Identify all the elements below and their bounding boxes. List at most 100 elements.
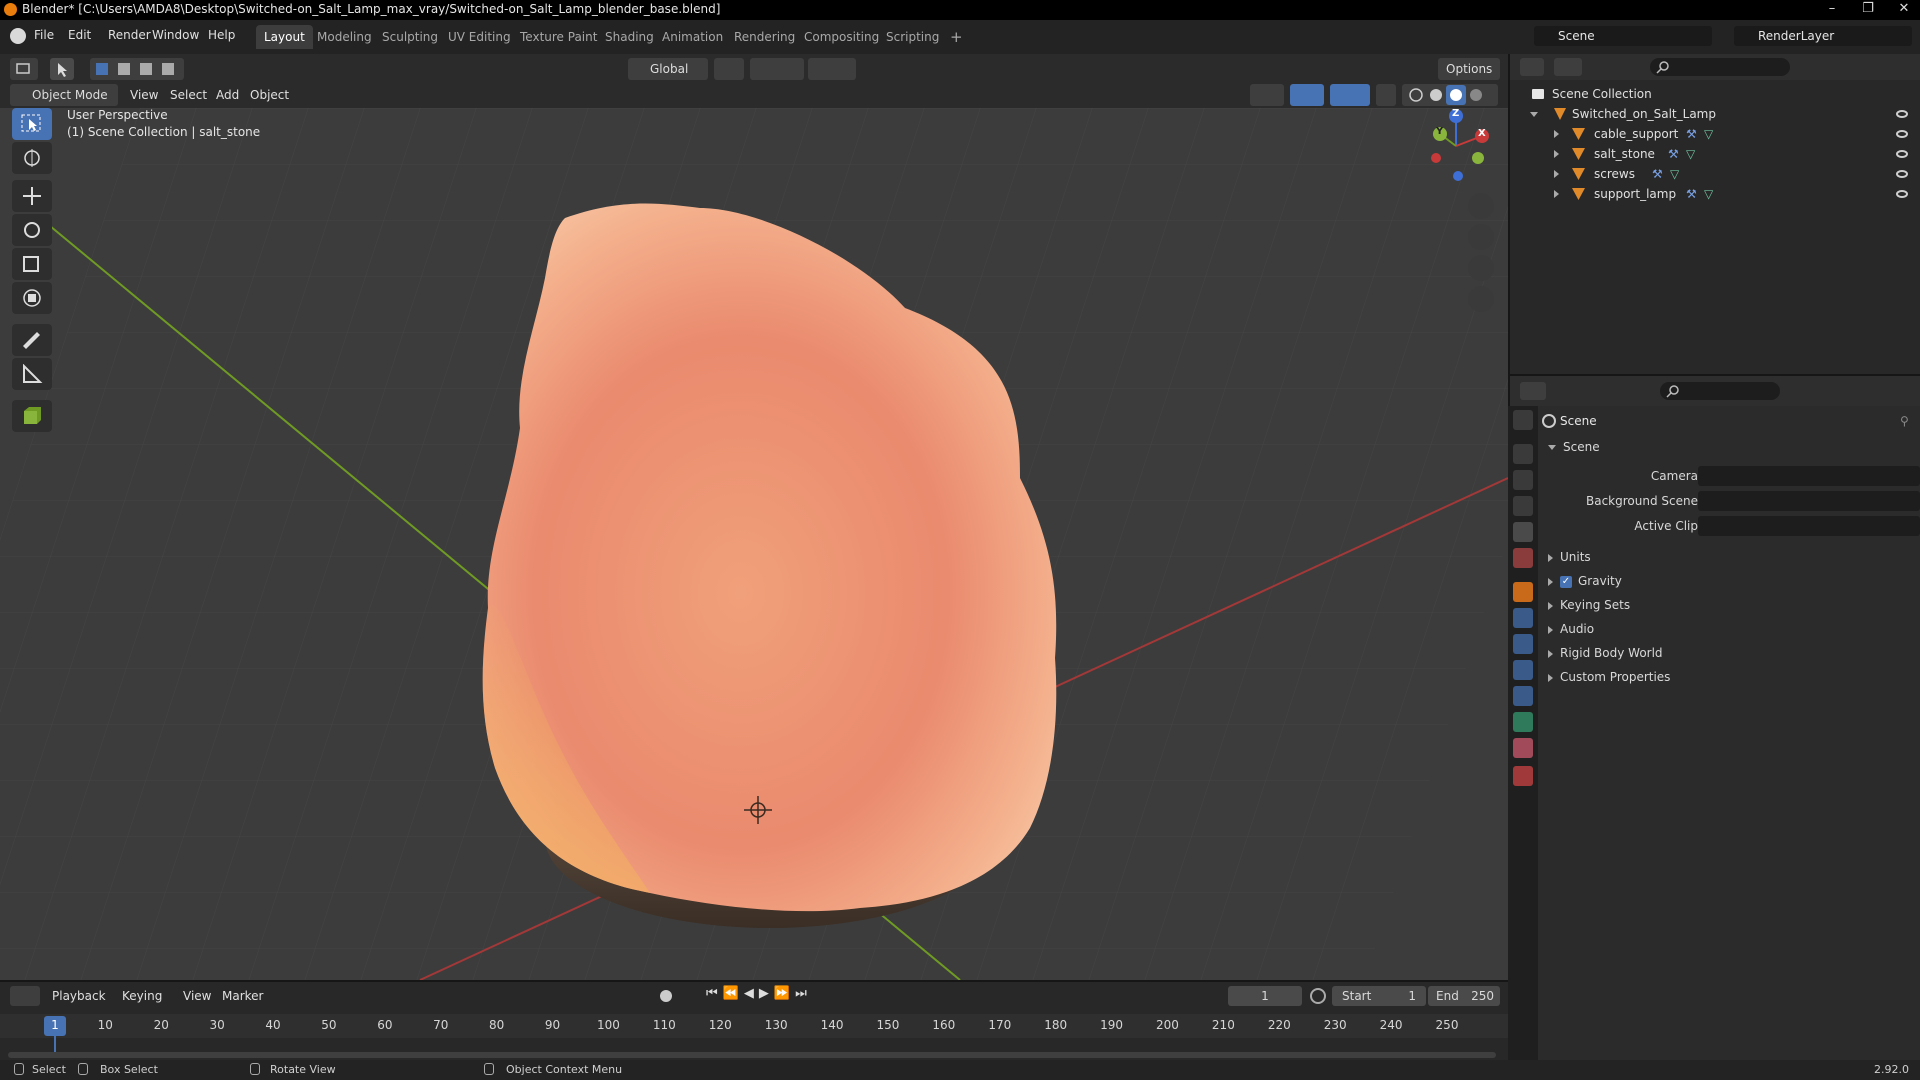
expand-icon[interactable] — [1554, 170, 1559, 178]
transform-orientation-select[interactable]: Global — [628, 58, 708, 80]
clock-icon[interactable] — [1310, 988, 1326, 1004]
camera-field[interactable] — [1698, 466, 1920, 486]
object-mode-select[interactable]: Object Mode — [10, 84, 118, 106]
properties-editor-type-icon[interactable] — [1520, 382, 1546, 400]
scale-tool[interactable] — [12, 248, 52, 280]
timeline-scrollbar[interactable] — [8, 1052, 1496, 1058]
outliner-row-scene-collection[interactable]: Scene Collection — [1510, 84, 1920, 104]
selection-mode-icons[interactable] — [90, 58, 184, 80]
pan-hand-icon[interactable] — [1468, 224, 1494, 250]
mesh-data-icon[interactable]: ▽ — [1704, 184, 1713, 204]
cursor-tool[interactable] — [12, 142, 52, 174]
tab-animation[interactable]: Animation — [654, 25, 731, 49]
active-clip-field[interactable] — [1698, 516, 1920, 536]
menu-render[interactable]: Render — [108, 28, 151, 42]
measure-tool[interactable] — [12, 358, 52, 390]
view-layer-tab-icon[interactable] — [1513, 496, 1533, 516]
tab-texture-paint[interactable]: Texture Paint — [512, 25, 605, 49]
modifier-icon[interactable]: ⚒ — [1686, 184, 1697, 204]
camera-view-icon[interactable] — [1468, 255, 1494, 281]
outliner-row-support-lamp[interactable]: support_lamp ⚒ ▽ — [1510, 184, 1920, 204]
transform-tool[interactable] — [12, 282, 52, 314]
snap-icon[interactable] — [750, 58, 804, 80]
rigid-body-world-panel[interactable]: Rigid Body World — [1542, 642, 1920, 664]
minimize-button[interactable]: – — [1814, 0, 1850, 18]
display-mode-icon[interactable] — [1554, 58, 1582, 76]
timeline-editor-type-icon[interactable] — [10, 986, 40, 1006]
zoom-icon[interactable] — [1468, 193, 1494, 219]
editor-type-icon[interactable] — [10, 58, 38, 80]
select-box-tool[interactable] — [12, 108, 52, 140]
ortho-grid-icon[interactable] — [1468, 286, 1494, 312]
filter-icon[interactable] — [1862, 58, 1888, 76]
tab-scripting[interactable]: Scripting — [878, 25, 947, 49]
add-workspace-icon[interactable]: + — [942, 25, 971, 49]
viewport-menu-add[interactable]: Add — [216, 84, 239, 106]
material-tab-icon[interactable] — [1513, 738, 1533, 758]
modifier-icon[interactable]: ⚒ — [1686, 124, 1697, 144]
render-tab-icon[interactable] — [1513, 444, 1533, 464]
texture-tab-icon[interactable] — [1513, 766, 1533, 786]
menu-file[interactable]: File — [34, 28, 54, 42]
pivot-point-icon[interactable] — [714, 58, 744, 80]
mesh-data-icon[interactable]: ▽ — [1670, 164, 1679, 184]
timeline-menu-playback[interactable]: Playback — [52, 986, 106, 1006]
playback-controls[interactable]: ⏮⏪◀▶⏩⏭ — [706, 986, 826, 1006]
outliner-row-screws[interactable]: screws ⚒ ▽ — [1510, 164, 1920, 184]
tab-sculpting[interactable]: Sculpting — [374, 25, 446, 49]
output-tab-icon[interactable] — [1513, 470, 1533, 490]
tab-compositing[interactable]: Compositing — [796, 25, 887, 49]
constraints-tab-icon[interactable] — [1513, 686, 1533, 706]
expand-icon[interactable] — [1554, 150, 1559, 158]
proportional-editing-icon[interactable] — [808, 58, 856, 80]
overlay-toggle-icon[interactable] — [1330, 84, 1370, 106]
select-tool-icon[interactable] — [50, 58, 74, 80]
menu-edit[interactable]: Edit — [68, 28, 91, 42]
timeline-menu-keying[interactable]: Keying — [122, 986, 162, 1006]
expand-collection-icon[interactable] — [1530, 112, 1538, 117]
visibility-eye-icon[interactable] — [1896, 190, 1908, 198]
visibility-icon[interactable] — [1250, 84, 1284, 106]
tab-shading[interactable]: Shading — [597, 25, 662, 49]
start-frame-field[interactable]: Start 1 — [1332, 986, 1426, 1006]
record-icon[interactable] — [660, 990, 672, 1002]
particles-tab-icon[interactable] — [1513, 634, 1533, 654]
close-button[interactable]: ✕ — [1886, 0, 1920, 18]
viewport-menu-object[interactable]: Object — [250, 84, 289, 106]
tab-layout[interactable]: Layout — [256, 25, 313, 49]
outliner-row-salt-stone[interactable]: salt_stone ⚒ ▽ — [1510, 144, 1920, 164]
tool-tab-icon[interactable] — [1513, 410, 1533, 430]
3d-viewport[interactable]: User Perspective (1) Scene Collection | … — [0, 108, 1508, 980]
menu-help[interactable]: Help — [208, 28, 235, 42]
audio-panel[interactable]: Audio — [1542, 618, 1920, 640]
modifier-icon[interactable]: ⚒ — [1652, 164, 1663, 184]
custom-properties-panel[interactable]: Custom Properties — [1542, 666, 1920, 688]
viewport-menu-view[interactable]: View — [130, 84, 158, 106]
annotate-tool[interactable] — [12, 324, 52, 356]
expand-icon[interactable] — [1554, 190, 1559, 198]
expand-icon[interactable] — [1554, 130, 1559, 138]
mesh-data-icon[interactable]: ▽ — [1686, 144, 1695, 164]
physics-tab-icon[interactable] — [1513, 660, 1533, 680]
end-frame-field[interactable]: End 250 — [1428, 986, 1500, 1006]
visibility-eye-icon[interactable] — [1896, 130, 1908, 138]
blender-menu-icon[interactable] — [10, 28, 26, 44]
xray-toggle-icon[interactable] — [1376, 84, 1396, 106]
mesh-data-tab-icon[interactable] — [1513, 712, 1533, 732]
tab-modeling[interactable]: Modeling — [309, 25, 380, 49]
mesh-data-icon[interactable]: ▽ — [1704, 124, 1713, 144]
new-collection-icon[interactable] — [1892, 58, 1912, 76]
timeline-menu-view[interactable]: View — [183, 986, 211, 1006]
move-tool[interactable] — [12, 180, 52, 212]
viewport-menu-select[interactable]: Select — [170, 84, 207, 106]
maximize-button[interactable]: ❐ — [1850, 0, 1886, 18]
properties-search-input[interactable] — [1660, 382, 1780, 400]
pin-icon[interactable]: ⚲ — [1900, 414, 1909, 428]
visibility-eye-icon[interactable] — [1896, 150, 1908, 158]
keying-sets-panel[interactable]: Keying Sets — [1542, 594, 1920, 616]
modifier-tab-icon[interactable] — [1513, 608, 1533, 628]
options-button[interactable]: Options — [1438, 58, 1500, 80]
scene-selector[interactable]: Scene — [1534, 26, 1712, 46]
shading-mode-icons[interactable] — [1402, 84, 1498, 106]
outliner-search-input[interactable] — [1650, 58, 1790, 76]
